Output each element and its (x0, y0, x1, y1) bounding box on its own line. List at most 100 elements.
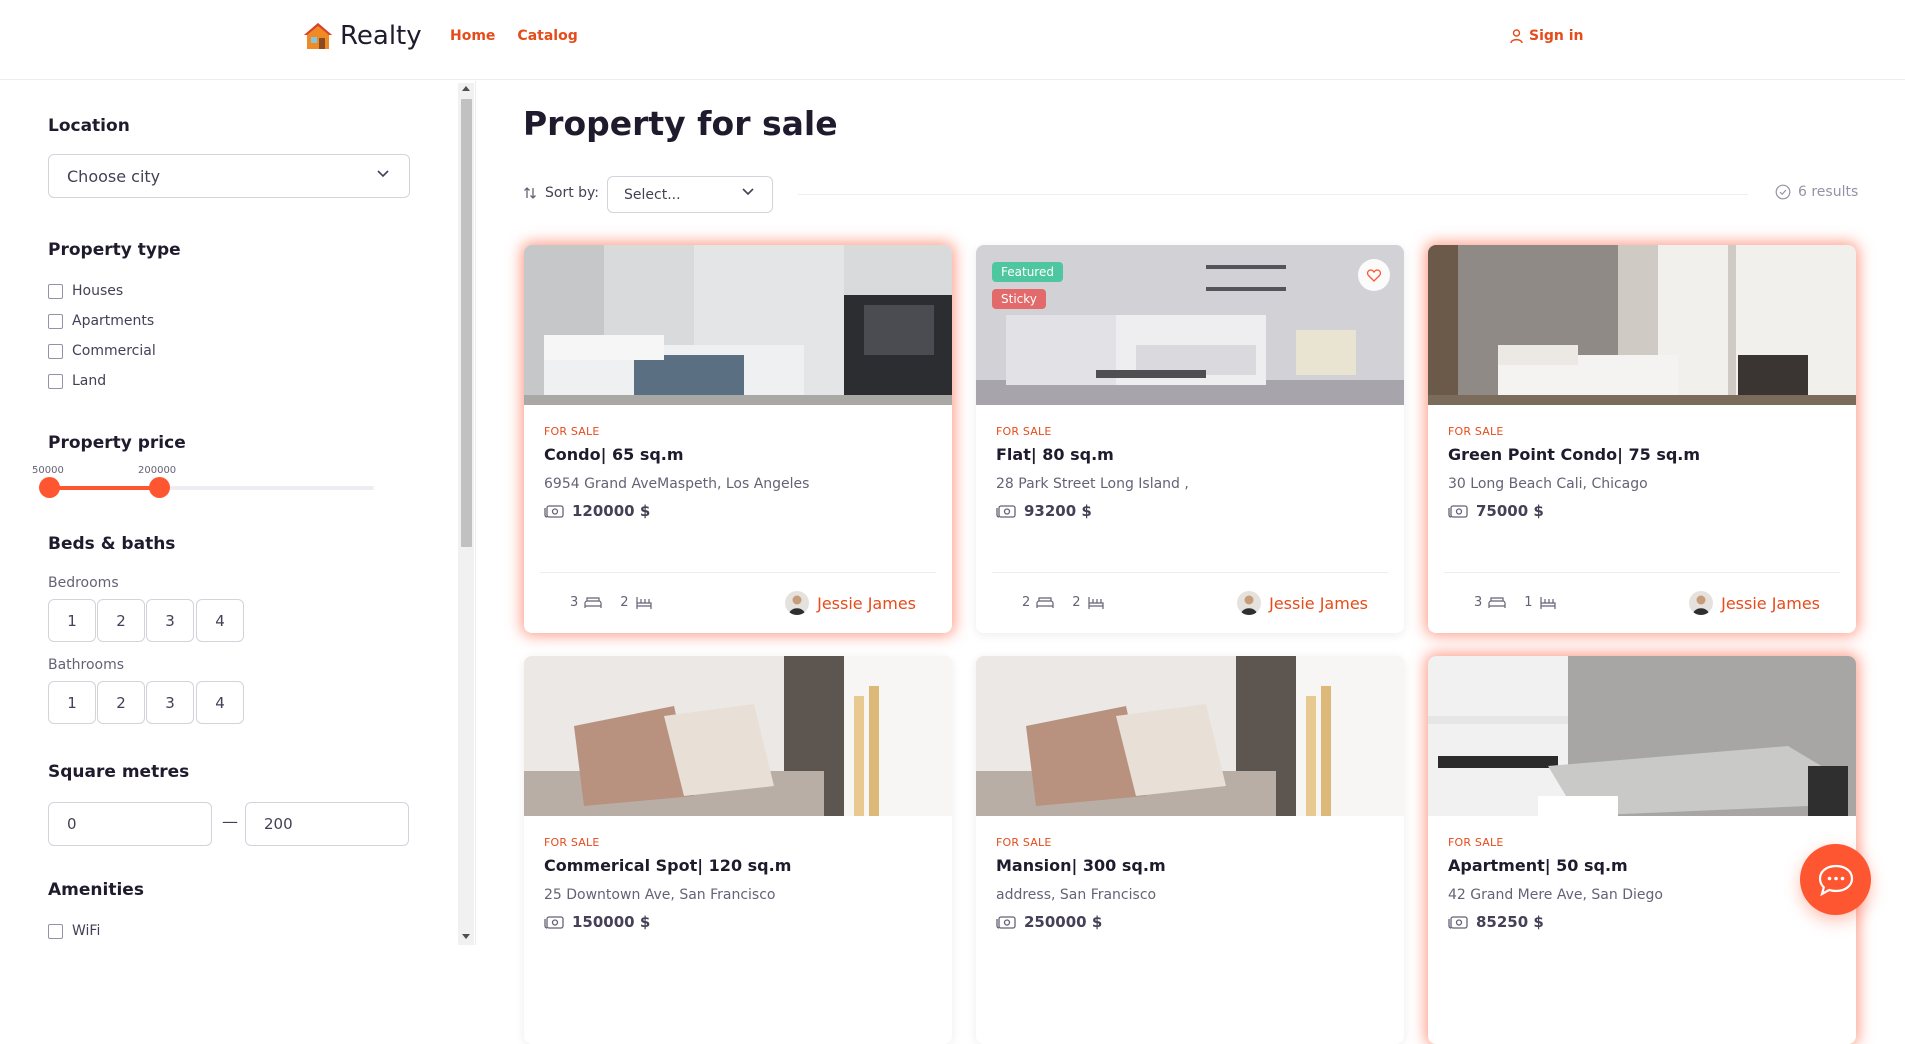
square-min-input[interactable]: 0 (48, 802, 212, 846)
baths-count: 2 (620, 595, 629, 610)
agent-link[interactable]: Jessie James (1689, 591, 1820, 615)
checkbox[interactable] (48, 373, 63, 389)
logo[interactable]: Realty (302, 20, 422, 52)
avatar (785, 591, 810, 615)
baths-count: 1 (1524, 595, 1533, 610)
property-price: 93200 $ (996, 502, 1092, 520)
bedroom-photo (524, 245, 952, 405)
property-title[interactable]: Condo| 65 sq.m (544, 445, 684, 464)
scroll-up-arrow-icon[interactable] (462, 86, 470, 91)
square-max-input[interactable]: 200 (245, 802, 409, 846)
bath-icon (1539, 596, 1556, 609)
property-card[interactable]: FOR SALE Mansion| 300 sq.m address, San … (976, 656, 1404, 1044)
featured-badge: Featured (992, 262, 1063, 282)
property-card[interactable]: FOR SALE Green Point Condo| 75 sq.m 30 L… (1428, 245, 1856, 633)
price-min-handle[interactable] (39, 477, 60, 498)
property-title[interactable]: Green Point Condo| 75 sq.m (1448, 445, 1700, 464)
favorite-button[interactable] (1358, 259, 1390, 291)
checkbox[interactable] (48, 283, 63, 299)
results-count-text: 6 results (1798, 184, 1859, 200)
card-body: FOR SALE Green Point Condo| 75 sq.m 30 L… (1428, 405, 1856, 633)
property-image[interactable] (976, 656, 1404, 816)
checkbox[interactable] (48, 923, 63, 939)
location-title: Location (48, 116, 130, 136)
property-image[interactable] (1428, 245, 1856, 405)
price-max-handle[interactable] (149, 477, 170, 498)
user-icon (1510, 28, 1523, 43)
property-price: 120000 $ (544, 502, 650, 520)
sort-select-value: Select... (624, 186, 681, 203)
card-divider (1444, 572, 1840, 573)
agent-link[interactable]: Jessie James (785, 591, 916, 615)
property-price: 85250 $ (1448, 913, 1544, 931)
type-option-apartments[interactable]: Apartments (48, 313, 154, 329)
checkbox-label: Land (72, 373, 107, 389)
bedrooms-option-2[interactable]: 2 (97, 599, 145, 642)
property-card[interactable]: FOR SALE Apartment| 50 sq.m 42 Grand Mer… (1428, 656, 1856, 1044)
property-image[interactable] (1428, 656, 1856, 816)
price-value: 75000 $ (1476, 502, 1544, 520)
scrollbar-thumb[interactable] (461, 99, 472, 547)
bathrooms-option-3[interactable]: 3 (146, 681, 194, 724)
city-select[interactable]: Choose city (48, 154, 410, 198)
amenity-option-wifi[interactable]: WiFi (48, 923, 100, 939)
property-title[interactable]: Flat| 80 sq.m (996, 445, 1114, 464)
nav-catalog[interactable]: Catalog (517, 28, 577, 44)
sticky-badge: Sticky (992, 289, 1046, 309)
property-card[interactable]: Featured Sticky FOR SALE Flat| 80 sq.m 2… (976, 245, 1404, 633)
property-card[interactable]: FOR SALE Commerical Spot| 120 sq.m 25 Do… (524, 656, 952, 1044)
beds-count: 3 (570, 595, 579, 610)
agent-link[interactable]: Jessie James (1237, 591, 1368, 615)
range-separator: — (222, 812, 238, 831)
price-value: 120000 $ (572, 502, 651, 520)
bathrooms-option-4[interactable]: 4 (196, 681, 244, 724)
property-image[interactable] (524, 656, 952, 816)
bedrooms-option-4[interactable]: 4 (196, 599, 244, 642)
agent-name: Jessie James (1721, 593, 1820, 613)
property-address: address, San Francisco (996, 887, 1157, 903)
property-image[interactable]: Featured Sticky (976, 245, 1404, 405)
sort-select[interactable]: Select... (607, 176, 773, 213)
cash-icon (544, 505, 564, 518)
scroll-down-arrow-icon[interactable] (462, 934, 470, 939)
checkbox[interactable] (48, 343, 63, 359)
checkbox-label: Commercial (72, 343, 156, 359)
sofa-pillows-photo (524, 656, 952, 816)
bath-icon (1087, 596, 1104, 609)
property-image[interactable] (524, 245, 952, 405)
property-title[interactable]: Mansion| 300 sq.m (996, 856, 1166, 875)
sign-in-link[interactable]: Sign in (1510, 28, 1584, 44)
chat-bubble-icon (1818, 864, 1853, 896)
type-option-houses[interactable]: Houses (48, 283, 123, 299)
card-divider (992, 572, 1388, 573)
bathrooms-option-2[interactable]: 2 (97, 681, 145, 724)
bedrooms-option-3[interactable]: 3 (146, 599, 194, 642)
cash-icon (996, 505, 1016, 518)
checkbox[interactable] (48, 313, 63, 329)
bed-icon (1036, 596, 1054, 608)
property-title[interactable]: Commerical Spot| 120 sq.m (544, 856, 791, 875)
cash-icon (996, 916, 1016, 929)
price-max-label: 200000 (138, 465, 177, 476)
card-body: FOR SALE Apartment| 50 sq.m 42 Grand Mer… (1428, 816, 1856, 1044)
price-value: 150000 $ (572, 913, 651, 931)
property-title[interactable]: Apartment| 50 sq.m (1448, 856, 1628, 875)
property-address: 28 Park Street Long Island , (996, 476, 1189, 492)
site-header: Realty Home Catalog Sign in (0, 0, 1905, 80)
bathrooms-option-1[interactable]: 1 (48, 681, 96, 724)
checkbox-label: Apartments (72, 313, 155, 329)
card-body: FOR SALE Commerical Spot| 120 sq.m 25 Do… (524, 816, 952, 1044)
amenities-title: Amenities (48, 880, 144, 900)
property-price: 250000 $ (996, 913, 1102, 931)
nav-home[interactable]: Home (450, 28, 495, 44)
chat-button[interactable] (1800, 844, 1871, 915)
city-select-value: Choose city (67, 166, 161, 186)
type-option-land[interactable]: Land (48, 373, 106, 389)
main-nav: Home Catalog (450, 28, 578, 44)
bedrooms-option-1[interactable]: 1 (48, 599, 96, 642)
property-card[interactable]: FOR SALE Condo| 65 sq.m 6954 Grand AveMa… (524, 245, 952, 633)
logo-text: Realty (340, 21, 422, 51)
type-option-commercial[interactable]: Commercial (48, 343, 156, 359)
sale-tag: FOR SALE (544, 836, 600, 849)
price-value: 85250 $ (1476, 913, 1544, 931)
